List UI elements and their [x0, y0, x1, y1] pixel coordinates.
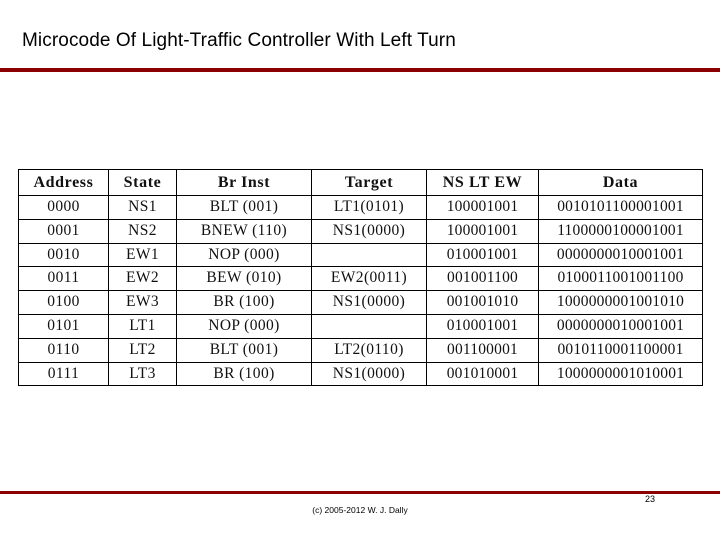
cell-ns-lt-ew: 100001001 [426, 195, 539, 220]
column-header-ns-lt-ew: NS LT EW [426, 169, 539, 196]
table-row: 0111 LT3 BR (100) NS1(0000) 001010001 10… [18, 361, 703, 387]
cell-state: EW2 [108, 266, 177, 292]
cell-data: 1000000001001010 [538, 290, 703, 315]
table-row: 0100 EW3 BR (100) NS1(0000) 001001010 10… [18, 290, 703, 315]
table-header-row: Address State Br Inst Target NS LT EW Da… [18, 169, 703, 196]
column-header-address: Address [18, 169, 109, 196]
cell-address: 0100 [18, 290, 109, 315]
cell-br-inst: BR (100) [176, 361, 312, 387]
cell-target: LT2(0110) [311, 337, 427, 363]
cell-state: NS1 [108, 195, 177, 220]
cell-data: 1000000001010001 [538, 361, 703, 387]
cell-state: LT1 [108, 313, 177, 339]
slide-canvas: Microcode Of Light-Traffic Controller Wi… [0, 0, 720, 540]
cell-address: 0010 [18, 242, 109, 268]
cell-ns-lt-ew: 010001001 [426, 242, 539, 268]
copyright-footer: (c) 2005-2012 W. J. Dally [312, 505, 408, 515]
table-row: 0101 LT1 NOP (000) 010001001 00000000100… [18, 313, 703, 339]
cell-target [311, 313, 427, 339]
cell-address: 0111 [18, 361, 109, 387]
cell-data: 1100000100001001 [538, 218, 703, 244]
table-row: 0010 EW1 NOP (000) 010001001 00000000100… [18, 242, 703, 268]
microcode-table: Address State Br Inst Target NS LT EW Da… [18, 169, 703, 387]
cell-ns-lt-ew: 001100001 [426, 337, 539, 363]
cell-state: NS2 [108, 218, 177, 244]
cell-state: EW1 [108, 242, 177, 268]
cell-data: 0000000010001001 [538, 313, 703, 339]
column-header-br-inst: Br Inst [176, 169, 312, 196]
cell-br-inst: NOP (000) [176, 313, 312, 339]
cell-data: 0000000010001001 [538, 242, 703, 268]
column-header-state: State [108, 169, 177, 196]
cell-address: 0001 [18, 218, 109, 244]
cell-ns-lt-ew: 100001001 [426, 218, 539, 244]
footer-divider [0, 491, 720, 494]
cell-ns-lt-ew: 001010001 [426, 361, 539, 387]
table-row: 0011 EW2 BEW (010) EW2(0011) 001001100 0… [18, 266, 703, 292]
table-row: 0001 NS2 BNEW (110) NS1(0000) 100001001 … [18, 218, 703, 244]
cell-ns-lt-ew: 001001010 [426, 290, 539, 315]
cell-data: 0010101100001001 [538, 195, 703, 220]
cell-address: 0000 [18, 195, 109, 220]
cell-ns-lt-ew: 010001001 [426, 313, 539, 339]
table-row: 0000 NS1 BLT (001) LT1(0101) 100001001 0… [18, 195, 703, 220]
page-title: Microcode Of Light-Traffic Controller Wi… [22, 30, 456, 51]
cell-target: LT1(0101) [311, 195, 427, 220]
slide-number: 23 [644, 494, 655, 504]
title-divider [0, 68, 720, 72]
cell-address: 0101 [18, 313, 109, 339]
cell-br-inst: BEW (010) [176, 266, 312, 292]
cell-br-inst: NOP (000) [176, 242, 312, 268]
cell-target: NS1(0000) [311, 218, 427, 244]
cell-address: 0011 [18, 266, 109, 292]
cell-br-inst: BNEW (110) [176, 218, 312, 244]
cell-state: EW3 [108, 290, 177, 315]
cell-br-inst: BLT (001) [176, 195, 312, 220]
cell-br-inst: BLT (001) [176, 337, 312, 363]
cell-data: 0100011001001100 [538, 266, 703, 292]
cell-state: LT2 [108, 337, 177, 363]
column-header-data: Data [538, 169, 703, 196]
column-header-target: Target [311, 169, 427, 196]
microcode-table-container: Address State Br Inst Target NS LT EW Da… [18, 169, 703, 387]
cell-ns-lt-ew: 001001100 [426, 266, 539, 292]
cell-target: EW2(0011) [311, 266, 427, 292]
cell-target: NS1(0000) [311, 290, 427, 315]
cell-state: LT3 [108, 361, 177, 387]
cell-target [311, 242, 427, 268]
table-row: 0110 LT2 BLT (001) LT2(0110) 001100001 0… [18, 337, 703, 363]
cell-target: NS1(0000) [311, 361, 427, 387]
cell-address: 0110 [18, 337, 109, 363]
cell-data: 0010110001100001 [538, 337, 703, 363]
cell-br-inst: BR (100) [176, 290, 312, 315]
